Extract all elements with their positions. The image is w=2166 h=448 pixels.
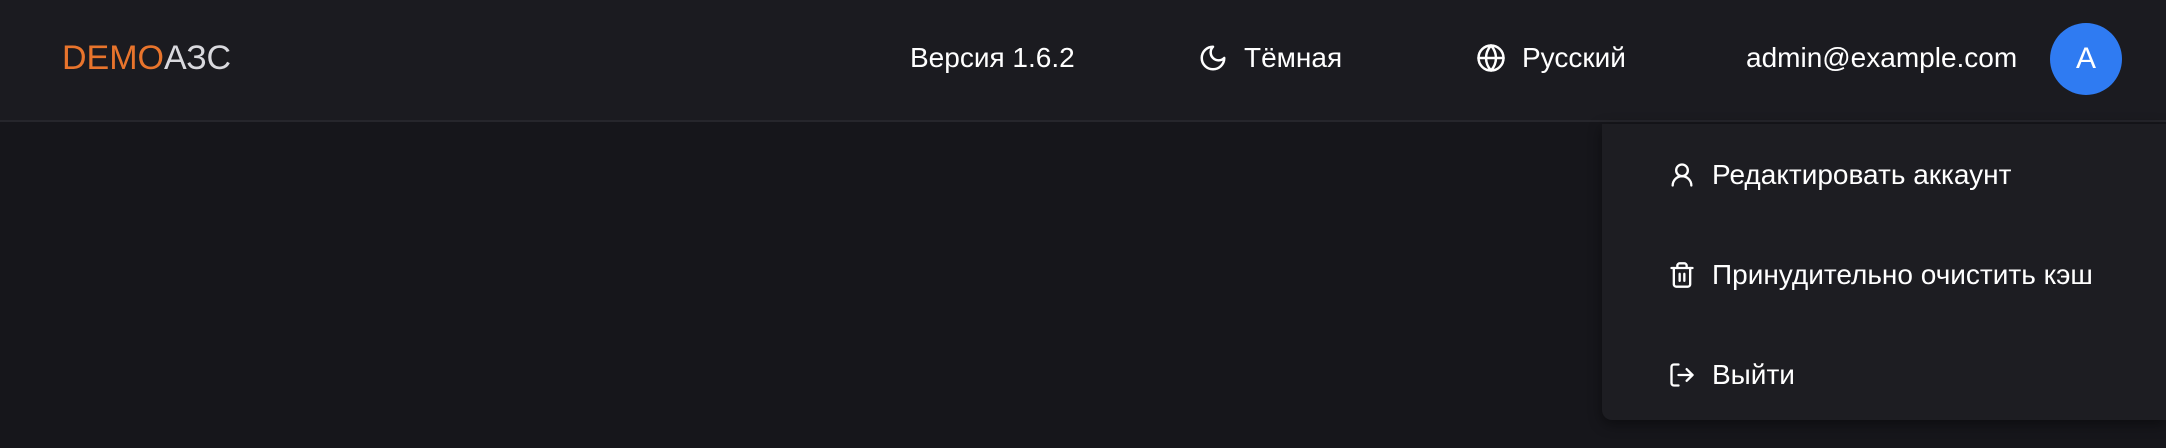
language-select[interactable]: Русский (1476, 38, 1626, 78)
avatar-letter: A (2075, 42, 2096, 75)
menu-item-clear-cache[interactable]: Принудительно очистить кэш (1602, 240, 2166, 310)
avatar-button[interactable]: A (2050, 23, 2122, 95)
language-label: Русский (1522, 42, 1626, 73)
menu-item-label: Выйти (1712, 359, 1795, 390)
top-bar: DEMOАЗС Версия 1.6.2 Тёмная Русский admi… (0, 0, 2166, 122)
menu-item-edit-account[interactable]: Редактировать аккаунт (1602, 140, 2166, 210)
trash-icon (1666, 259, 1698, 291)
user-icon (1666, 159, 1698, 191)
globe-icon (1477, 44, 1505, 72)
menu-item-logout[interactable]: Выйти (1602, 340, 2166, 410)
theme-toggle[interactable]: Тёмная (1198, 38, 1342, 78)
user-dropdown-menu: Редактировать аккаунт Принудительно очис… (1602, 124, 2166, 420)
menu-item-label: Редактировать аккаунт (1712, 159, 2012, 190)
theme-label: Тёмная (1244, 42, 1343, 73)
moon-icon (1200, 45, 1226, 71)
user-email: admin@example.com (1746, 42, 2018, 73)
logo-accent-text: DEMO (62, 39, 164, 77)
logout-icon (1666, 359, 1698, 391)
menu-item-label: Принудительно очистить кэш (1712, 259, 2093, 290)
logo-rest-text: АЗС (164, 39, 232, 77)
logo[interactable]: DEMOАЗС (62, 36, 231, 80)
version-label: Версия 1.6.2 (910, 42, 1075, 73)
